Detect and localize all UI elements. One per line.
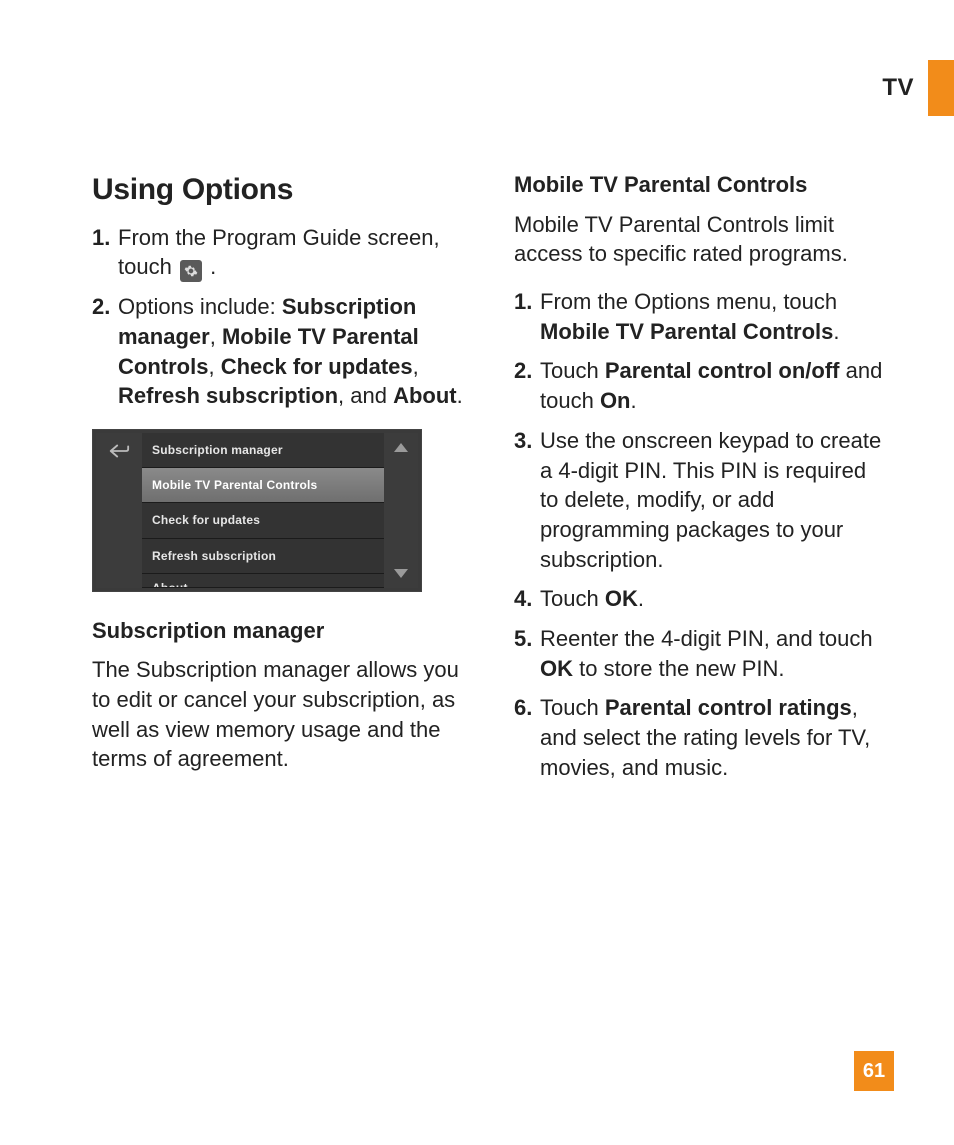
subscription-manager-heading: Subscription manager xyxy=(92,616,468,646)
scroll-down-icon[interactable] xyxy=(394,569,408,578)
step-number: 2. xyxy=(514,356,540,415)
right-column: Mobile TV Parental Controls Mobile TV Pa… xyxy=(514,170,890,800)
section-title: TV xyxy=(882,74,914,102)
parental-controls-intro: Mobile TV Parental Controls limit access… xyxy=(514,210,890,269)
page-number: 61 xyxy=(854,1051,894,1091)
text: . xyxy=(210,254,216,279)
text: . xyxy=(457,383,463,408)
text: . xyxy=(631,388,637,413)
step-1: 1. From the Program Guide screen, touch … xyxy=(92,223,468,283)
step-number: 1. xyxy=(514,287,540,346)
options-screenshot: Subscription manager Mobile TV Parental … xyxy=(92,429,422,592)
text: From the Options menu, touch xyxy=(540,289,837,314)
using-options-steps: 1. From the Program Guide screen, touch … xyxy=(92,223,468,411)
parental-controls-steps: 1. From the Options menu, touch Mobile T… xyxy=(514,287,890,782)
screenshot-back-button[interactable] xyxy=(96,433,142,588)
step-5: 5. Reenter the 4-digit PIN, and touch OK… xyxy=(514,624,890,683)
back-arrow-icon xyxy=(108,443,130,459)
screenshot-item-check-updates[interactable]: Check for updates xyxy=(142,503,384,538)
text: , and xyxy=(338,383,393,408)
bold-text: Parental control on/off xyxy=(605,358,840,383)
subscription-manager-para: The Subscription manager allows you to e… xyxy=(92,655,468,774)
scroll-up-icon[interactable] xyxy=(394,443,408,452)
bold-text: Mobile TV Parental Controls xyxy=(540,319,833,344)
bold-text: Parental control ratings xyxy=(605,695,852,720)
screenshot-options-list: Subscription manager Mobile TV Parental … xyxy=(142,433,384,588)
step-body: From the Program Guide screen, touch . xyxy=(118,223,468,283)
text: . xyxy=(833,319,839,344)
step-6: 6. Touch Parental control ratings, and s… xyxy=(514,693,890,782)
text: Touch xyxy=(540,586,605,611)
step-body: Touch Parental control on/off and touch … xyxy=(540,356,890,415)
parental-controls-heading: Mobile TV Parental Controls xyxy=(514,170,890,200)
bold-text: Check for updates xyxy=(221,354,413,379)
screenshot-scrollbar xyxy=(384,433,418,588)
step-1: 1. From the Options menu, touch Mobile T… xyxy=(514,287,890,346)
step-2: 2. Touch Parental control on/off and tou… xyxy=(514,356,890,415)
text: , xyxy=(210,324,222,349)
step-3: 3. Use the onscreen keypad to create a 4… xyxy=(514,426,890,574)
page-header: TV xyxy=(882,60,954,116)
bold-text: About xyxy=(393,383,457,408)
step-number: 6. xyxy=(514,693,540,782)
bold-text: On xyxy=(600,388,631,413)
step-number: 1. xyxy=(92,223,118,283)
text: Reenter the 4-digit PIN, and touch xyxy=(540,626,873,651)
step-body: Use the onscreen keypad to create a 4-di… xyxy=(540,426,890,574)
bold-text: OK xyxy=(605,586,638,611)
text: From the Program Guide screen, touch xyxy=(118,225,440,280)
bold-text: Refresh subscription xyxy=(118,383,338,408)
text: , xyxy=(413,354,419,379)
screenshot-item-about[interactable]: About xyxy=(142,574,384,588)
screenshot-item-parental-controls[interactable]: Mobile TV Parental Controls xyxy=(142,468,384,503)
text: , xyxy=(208,354,220,379)
step-number: 2. xyxy=(92,292,118,411)
step-4: 4. Touch OK. xyxy=(514,584,890,614)
text: . xyxy=(638,586,644,611)
step-body: Options include: Subscription manager, M… xyxy=(118,292,468,411)
step-number: 4. xyxy=(514,584,540,614)
step-number: 5. xyxy=(514,624,540,683)
text: Touch xyxy=(540,695,605,720)
section-tab-accent xyxy=(928,60,954,116)
using-options-heading: Using Options xyxy=(92,170,468,211)
left-column: Using Options 1. From the Program Guide … xyxy=(92,170,468,800)
step-body: Reenter the 4-digit PIN, and touch OK to… xyxy=(540,624,890,683)
text: Options include: xyxy=(118,294,282,319)
step-body: From the Options menu, touch Mobile TV P… xyxy=(540,287,890,346)
step-body: Touch Parental control ratings, and sele… xyxy=(540,693,890,782)
step-2: 2. Options include: Subscription manager… xyxy=(92,292,468,411)
gear-icon xyxy=(180,260,202,282)
screenshot-item-subscription-manager[interactable]: Subscription manager xyxy=(142,433,384,468)
bold-text: OK xyxy=(540,656,573,681)
step-number: 3. xyxy=(514,426,540,574)
step-body: Touch OK. xyxy=(540,584,890,614)
text: Touch xyxy=(540,358,605,383)
screenshot-item-refresh-subscription[interactable]: Refresh subscription xyxy=(142,539,384,574)
text: to store the new PIN. xyxy=(573,656,785,681)
